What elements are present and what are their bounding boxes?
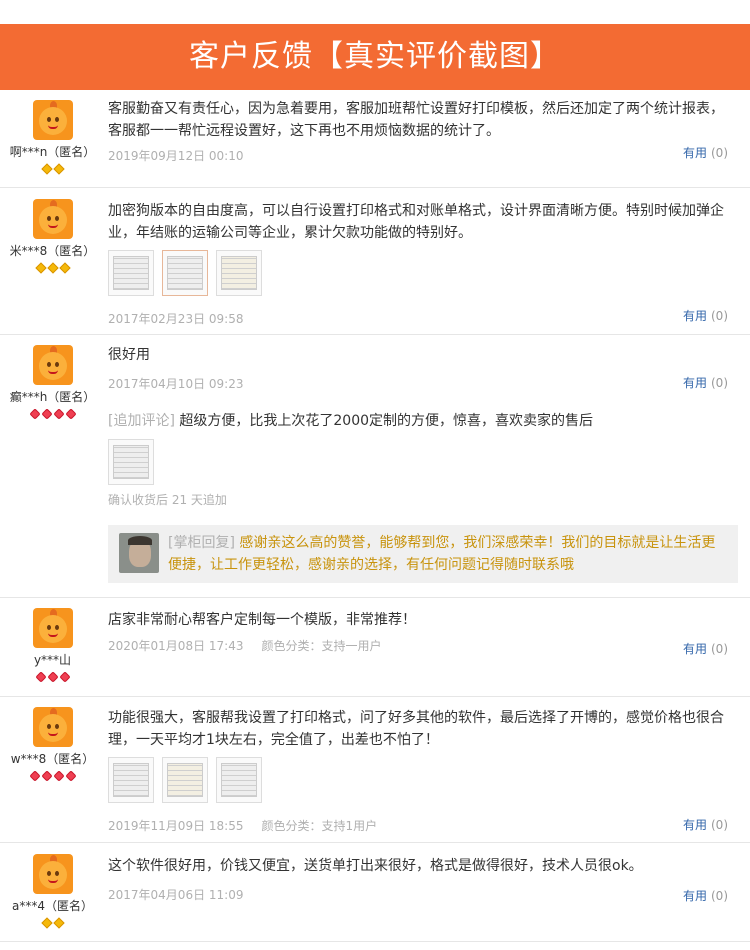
review-photo[interactable] xyxy=(162,757,208,803)
reviewer-name: y***山 xyxy=(33,653,72,667)
append-label: [追加评论] xyxy=(108,413,175,429)
reviewer-info: a***4（匿名） xyxy=(0,854,105,929)
avatar xyxy=(32,100,73,140)
review-photos xyxy=(108,250,730,296)
review-text: 客服勤奋又有责任心，因为急着要用，客服加班帮忙设置好打印模板，然后还加定了两个统… xyxy=(108,101,724,139)
reviewer-info: 米***8（匿名） xyxy=(0,199,105,274)
reply-text: 感谢亲这么高的赞誉，能够帮到您，我们深感荣幸！我们的目标就是让生活更便捷，让工作… xyxy=(168,535,716,573)
review-text: 很好用 xyxy=(108,347,150,363)
useful-count: (0) xyxy=(711,146,728,160)
review-date: 2019年09月12日 00:10 xyxy=(108,149,244,163)
credit-badge-icon xyxy=(0,916,105,929)
review-text: 这个软件很好用，价钱又便宜，送货单打出来很好，格式是做得很好，技术人员很ok。 xyxy=(108,858,643,874)
useful-count: (0) xyxy=(711,376,728,390)
review-date: 2017年02月23日 09:58 xyxy=(108,312,244,326)
avatar xyxy=(32,345,73,385)
review-photo[interactable] xyxy=(108,757,154,803)
credit-badge-icon xyxy=(0,769,105,782)
useful-button[interactable]: 有用 (0) xyxy=(683,816,728,833)
reviewer-info: 癫***h（匿名） xyxy=(0,345,105,420)
credit-badge-icon xyxy=(0,407,105,420)
avatar xyxy=(32,608,73,648)
review-photo[interactable] xyxy=(108,250,154,296)
review-item: a***4（匿名） 这个软件很好用，价钱又便宜，送货单打出来很好，格式是做得很好… xyxy=(0,843,750,942)
review-item: y***山 店家非常耐心帮客户定制每一个模版，非常推荐！ 2020年01月08日… xyxy=(0,598,750,697)
useful-button[interactable]: 有用 (0) xyxy=(683,640,728,657)
avatar xyxy=(32,707,73,747)
review-item: 米***8（匿名） 加密狗版本的自由度高，可以自行设置打印格式和对账单格式，设计… xyxy=(0,188,750,335)
credit-badge-icon xyxy=(0,261,105,274)
review-date: 2017年04月06日 11:09 xyxy=(108,888,244,902)
color-category: 颜色分类：支持1用户 xyxy=(261,819,378,833)
useful-count: (0) xyxy=(711,889,728,903)
review-text: 功能很强大，客服帮我设置了打印格式，问了好多其他的软件，最后选择了开博的，感觉价… xyxy=(108,710,724,748)
append-photos xyxy=(108,439,730,485)
review-item: 啊***n（匿名） 客服勤奋又有责任心，因为急着要用，客服加班帮忙设置好打印模板… xyxy=(0,90,750,188)
reviewer-info: w***8（匿名） xyxy=(0,707,105,782)
useful-button[interactable]: 有用 (0) xyxy=(683,307,728,324)
page-title: 客户反馈【真实评价截图】 xyxy=(0,24,750,90)
review-photo[interactable] xyxy=(108,439,154,485)
useful-button[interactable]: 有用 (0) xyxy=(683,887,728,904)
append-text: 超级方便，比我上次花了2000定制的方便，惊喜，喜欢卖家的售后 xyxy=(179,413,594,429)
review-photo[interactable] xyxy=(216,250,262,296)
append-note: 确认收货后 21 天追加 xyxy=(108,493,227,507)
review-item: w***8（匿名） 功能很强大，客服帮我设置了打印格式，问了好多其他的软件，最后… xyxy=(0,697,750,843)
useful-count: (0) xyxy=(711,818,728,832)
review-date: 2019年11月09日 18:55 xyxy=(108,819,244,833)
useful-count: (0) xyxy=(711,642,728,656)
reviewer-name: 米***8（匿名） xyxy=(9,244,96,258)
credit-badge-icon xyxy=(0,670,105,683)
review-date: 2017年04月10日 09:23 xyxy=(108,377,244,391)
append-comment: [追加评论] 超级方便，比我上次花了2000定制的方便，惊喜，喜欢卖家的售后 xyxy=(108,410,730,432)
review-photo[interactable] xyxy=(216,757,262,803)
reviewer-name: 啊***n（匿名） xyxy=(9,145,96,159)
review-item: 癫***h（匿名） 很好用 2017年04月10日 09:23 [追加评论] 超… xyxy=(0,335,750,598)
useful-button[interactable]: 有用 (0) xyxy=(683,144,728,161)
reviewer-info: 啊***n（匿名） xyxy=(0,100,105,175)
credit-badge-icon xyxy=(0,162,105,175)
reviewer-name: w***8（匿名） xyxy=(10,752,95,766)
reply-label: [掌柜回复] xyxy=(168,535,235,551)
review-text: 店家非常耐心帮客户定制每一个模版，非常推荐！ xyxy=(108,612,416,628)
review-photos xyxy=(108,757,730,803)
reviewer-name: 癫***h（匿名） xyxy=(9,390,96,404)
review-photo[interactable] xyxy=(162,250,208,296)
avatar xyxy=(32,199,73,239)
review-text: 加密狗版本的自由度高，可以自行设置打印格式和对账单格式，设计界面清晰方便。特别时… xyxy=(108,203,724,241)
seller-avatar xyxy=(119,533,159,573)
review-date: 2020年01月08日 17:43 xyxy=(108,639,244,653)
reviewer-name: a***4（匿名） xyxy=(12,899,93,913)
seller-reply: [掌柜回复] 感谢亲这么高的赞誉，能够帮到您，我们深感荣幸！我们的目标就是让生活… xyxy=(108,525,738,583)
avatar xyxy=(32,854,73,894)
reviewer-info: y***山 xyxy=(0,608,105,683)
useful-button[interactable]: 有用 (0) xyxy=(683,374,728,391)
useful-count: (0) xyxy=(711,309,728,323)
color-category: 颜色分类：支持一用户 xyxy=(261,639,382,653)
